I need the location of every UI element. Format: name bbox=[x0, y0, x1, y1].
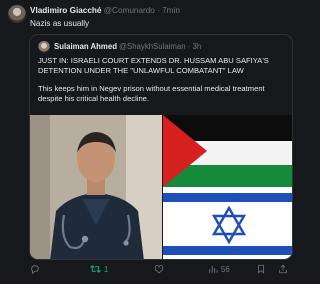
bookmark-icon bbox=[258, 264, 264, 274]
doctor-photo bbox=[30, 115, 162, 259]
quoted-author-handle: @ShaykhSulaiman bbox=[119, 42, 186, 51]
tweet-actions: 1 56 bbox=[30, 262, 292, 276]
separator-dot: · bbox=[157, 6, 160, 15]
quoted-author-avatar bbox=[38, 41, 50, 53]
quoted-media[interactable] bbox=[30, 115, 292, 259]
tweet[interactable]: Vladimiro Giacché @Comunardo · 7min Nazi… bbox=[0, 0, 300, 284]
author-name[interactable]: Vladimiro Giacché bbox=[30, 6, 101, 15]
bookmark-button[interactable] bbox=[256, 262, 266, 276]
flags-image bbox=[163, 115, 292, 259]
author-handle[interactable]: @Comunardo bbox=[104, 6, 155, 15]
like-button[interactable] bbox=[154, 262, 167, 276]
quoted-tweet[interactable]: Sulaiman Ahmed @ShaykhSulaiman · 3h JUST… bbox=[29, 34, 293, 260]
views-icon bbox=[209, 266, 218, 273]
share-button[interactable] bbox=[278, 262, 288, 276]
retweet-button[interactable]: 1 bbox=[90, 262, 108, 276]
tweet-time[interactable]: 7min bbox=[162, 6, 180, 15]
quoted-paragraph: JUST IN: ISRAELI COURT EXTENDS DR. HUSSA… bbox=[38, 56, 269, 75]
quoted-author-name: Sulaiman Ahmed bbox=[54, 42, 117, 51]
tweet-text: Nazis as usually bbox=[30, 19, 90, 28]
separator-dot: · bbox=[187, 42, 191, 51]
quoted-paragraph: This keeps him in Negev prison without e… bbox=[38, 84, 265, 103]
share-icon bbox=[279, 264, 287, 274]
views-count: 56 bbox=[221, 264, 230, 274]
retweet-icon bbox=[90, 265, 101, 273]
quoted-tweet-text: JUST IN: ISRAELI COURT EXTENDS DR. HUSSA… bbox=[38, 56, 288, 112]
retweet-count: 1 bbox=[104, 264, 109, 274]
reply-icon bbox=[31, 265, 39, 274]
quoted-tweet-time: 3h bbox=[192, 42, 202, 51]
views-button[interactable]: 56 bbox=[208, 262, 230, 276]
quoted-tweet-header: Sulaiman Ahmed @ShaykhSulaiman · 3h bbox=[54, 42, 201, 52]
author-avatar[interactable] bbox=[8, 5, 26, 23]
tweet-header: Vladimiro Giacché @Comunardo · 7min bbox=[30, 6, 180, 16]
doctor-photo-image bbox=[30, 115, 162, 259]
flags-graphic bbox=[163, 115, 292, 259]
reply-button[interactable] bbox=[30, 262, 43, 276]
like-icon bbox=[154, 265, 164, 274]
